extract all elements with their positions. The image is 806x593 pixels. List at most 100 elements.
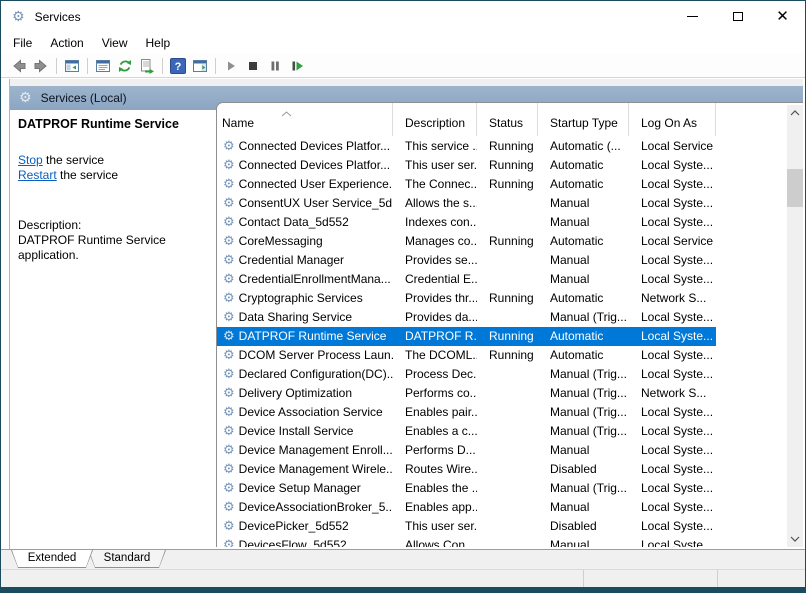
menu-action[interactable]: Action [41,32,92,54]
toolbar: ? [1,54,805,78]
service-name-text: Declared Configuration(DC)... [239,365,393,384]
show-console-tree-button[interactable] [61,55,83,77]
tab-standard[interactable]: Standard [88,550,166,568]
table-row[interactable]: ⚙Device Management Wirele...Routes Wire.… [217,460,716,479]
service-name-text: Device Management Enroll... [239,441,393,460]
restart-service-button[interactable] [286,55,308,77]
table-row[interactable]: ⚙CoreMessagingManages co...RunningAutoma… [217,232,716,251]
minimize-button[interactable] [670,1,715,32]
log-on-as-cell: Local Syste... [629,479,716,498]
table-row[interactable]: ⚙DevicePicker_5d552This user ser...Disab… [217,517,716,536]
scroll-up-button[interactable] [787,105,803,121]
table-row[interactable]: ⚙Contact Data_5d552Indexes con...ManualL… [217,213,716,232]
table-row[interactable]: ⚙CredentialEnrollmentMana...Credential E… [217,270,716,289]
table-row[interactable]: ⚙Device Association ServiceEnables pair.… [217,403,716,422]
table-row[interactable]: ⚙Connected Devices Platfor...This servic… [217,137,716,156]
show-action-pane-button[interactable] [189,55,211,77]
menu-help[interactable]: Help [137,32,180,54]
service-name-cell: ⚙DevicePicker_5d552 [217,517,393,536]
description-line: application. [18,248,208,263]
table-row[interactable]: ⚙Credential ManagerProvides se...ManualL… [217,251,716,270]
description-cell: DATPROF R... [393,327,477,346]
maximize-button[interactable] [715,1,760,32]
service-gear-icon: ⚙ [223,368,235,381]
service-name-cell: ⚙Data Sharing Service [217,308,393,327]
table-row[interactable]: ⚙Data Sharing ServiceProvides da...Manua… [217,308,716,327]
table-row[interactable]: ⚙DATPROF Runtime ServiceDATPROF R...Runn… [217,327,716,346]
vertical-scrollbar[interactable] [787,105,803,547]
table-row[interactable]: ⚙DCOM Server Process Laun...The DCOML...… [217,346,716,365]
properties-button[interactable] [92,55,114,77]
restart-service-link[interactable]: Restart [18,168,57,182]
status-cell [477,517,538,536]
service-name-text: ConsentUX User Service_5d... [239,194,393,213]
column-header-log-on-as[interactable]: Log On As [629,103,716,136]
help-button[interactable]: ? [167,55,189,77]
services-window: ⚙ Services ✕ File Action View Help [0,0,806,593]
stop-service-icon [245,58,261,74]
close-icon: ✕ [776,9,789,24]
window-title: Services [35,10,81,24]
log-on-as-cell: Local Syste... [629,270,716,289]
status-cell [477,308,538,327]
table-row[interactable]: ⚙Cryptographic ServicesProvides thr...Ru… [217,289,716,308]
service-name-text: DevicePicker_5d552 [239,517,349,536]
column-header-startup-type[interactable]: Startup Type [538,103,629,136]
service-name-text: Device Setup Manager [239,479,361,498]
stop-service-link[interactable]: Stop [18,153,43,167]
table-row[interactable]: ⚙DevicesFlow_5d552Allows Con...ManualLoc… [217,536,716,547]
pause-service-button[interactable] [264,55,286,77]
table-row[interactable]: ⚙Delivery OptimizationPerforms co...Manu… [217,384,716,403]
service-name-cell: ⚙Device Management Enroll... [217,441,393,460]
column-header-description[interactable]: Description [393,103,477,136]
toolbar-separator [87,58,88,74]
description-cell: Enables a c... [393,422,477,441]
service-name-cell: ⚙Device Install Service [217,422,393,441]
service-name-text: Device Association Service [239,403,383,422]
column-header-status[interactable]: Status [477,103,538,136]
menu-file[interactable]: File [4,32,41,54]
service-name-cell: ⚙ Declared Configuration(DC)... [217,365,393,384]
service-name-text: Cryptographic Services [239,289,363,308]
back-button[interactable] [8,55,30,77]
service-gear-icon: ⚙ [223,254,235,267]
table-row[interactable]: ⚙Connected Devices Platfor...This user s… [217,156,716,175]
tab-extended[interactable]: Extended [11,550,93,568]
service-name-cell: ⚙DeviceAssociationBroker_5... [217,498,393,517]
status-cell: Running [477,289,538,308]
table-row[interactable]: ⚙Declared Configuration(DC)...Process De… [217,365,716,384]
stop-service-button[interactable] [242,55,264,77]
table-row[interactable]: ⚙Device Setup ManagerEnables the ...Manu… [217,479,716,498]
table-row[interactable]: ⚙ConsentUX User Service_5d...Allows the … [217,194,716,213]
start-service-button[interactable] [220,55,242,77]
scroll-down-button[interactable] [787,531,803,547]
service-name-cell: ⚙Connected Devices Platfor... [217,137,393,156]
title-bar[interactable]: ⚙ Services ✕ [1,1,805,32]
table-row[interactable]: ⚙Device Management Enroll...Performs D..… [217,441,716,460]
service-gear-icon: ⚙ [223,425,235,438]
restart-service-suffix: the service [57,168,118,182]
close-button[interactable]: ✕ [760,1,805,32]
menu-view[interactable]: View [93,32,137,54]
forward-button[interactable] [30,55,52,77]
service-gear-icon: ⚙ [223,482,235,495]
refresh-button[interactable] [114,55,136,77]
service-name-cell: ⚙Device Association Service [217,403,393,422]
table-row[interactable]: ⚙Device Install ServiceEnables a c...Man… [217,422,716,441]
description-cell: The Connec... [393,175,477,194]
help-icon: ? [170,58,186,74]
status-bar-panel [717,570,801,587]
export-list-button[interactable] [136,55,158,77]
services-table-body: ⚙Connected Devices Platfor...This servic… [217,137,716,547]
service-gear-icon: ⚙ [223,539,235,547]
scrollbar-thumb[interactable] [787,169,803,207]
startup-type-cell: Automatic [538,175,629,194]
status-cell [477,498,538,517]
startup-type-cell: Automatic [538,346,629,365]
table-row[interactable]: ⚙DeviceAssociationBroker_5...Enables app… [217,498,716,517]
table-row[interactable]: ⚙Connected User Experience...The Connec.… [217,175,716,194]
description-cell: Credential E... [393,270,477,289]
column-header-name[interactable]: Name [217,103,393,136]
description-cell: Routes Wire... [393,460,477,479]
description-line: DATPROF Runtime Service [18,233,208,248]
